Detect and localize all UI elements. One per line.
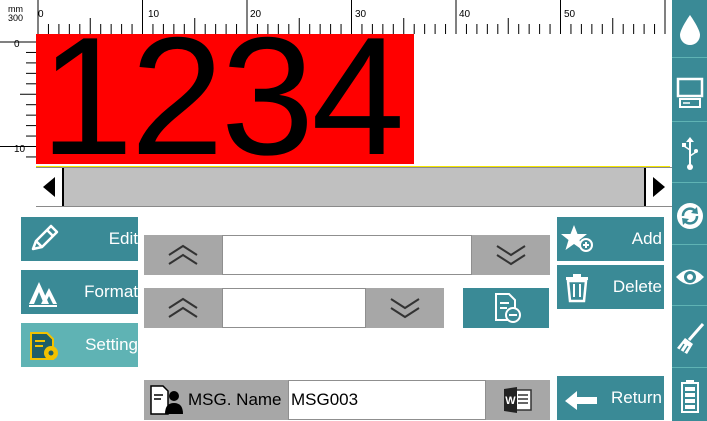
field2-down-button[interactable]	[366, 288, 444, 328]
delete-label: Delete	[612, 277, 662, 296]
ruler-label-50: 50	[564, 9, 576, 20]
ruler-label-20: 20	[250, 9, 262, 20]
right-sidebar	[672, 0, 707, 421]
ruler-unit-label: mm 300	[8, 4, 24, 23]
print-preview[interactable]: 1234	[36, 34, 670, 168]
font-format-icon	[29, 282, 57, 307]
document-settings-icon	[30, 332, 58, 360]
delete-button[interactable]: Delete	[557, 265, 664, 309]
scroll-right-button[interactable]	[644, 168, 672, 206]
field1-input[interactable]	[222, 235, 472, 275]
preview-scrollbar[interactable]	[36, 167, 672, 207]
double-chevron-up-icon	[168, 244, 198, 265]
battery-icon	[680, 380, 699, 413]
user-document-icon	[150, 385, 183, 415]
star-add-icon	[561, 225, 593, 252]
field1-up-button[interactable]	[144, 235, 222, 275]
ruler-left-label-10: 10	[14, 144, 26, 155]
ruler-label-30: 30	[355, 9, 367, 20]
setting-label: Setting	[85, 335, 138, 354]
sidebar-usb-button[interactable]	[672, 125, 707, 183]
ink-drop-icon	[679, 14, 700, 45]
sidebar-ink-button[interactable]	[672, 0, 707, 58]
print-text: 1234	[40, 34, 405, 164]
sidebar-battery-button[interactable]	[672, 371, 707, 421]
sidebar-refresh-button[interactable]	[672, 187, 707, 245]
computer-icon	[676, 77, 703, 108]
word-export-button[interactable]: W	[486, 380, 550, 420]
format-label: Format	[84, 282, 138, 301]
sidebar-computer-button[interactable]	[672, 64, 707, 122]
return-arrow-icon	[565, 391, 597, 410]
edit-label: Edit	[108, 229, 138, 248]
field1-down-button[interactable]	[472, 235, 550, 275]
word-document-icon: W	[504, 387, 532, 413]
sidebar-clean-button[interactable]	[672, 310, 707, 368]
document-remove-icon	[495, 293, 521, 323]
return-label: Return	[610, 388, 662, 407]
refresh-icon	[676, 202, 703, 229]
pencil-icon	[31, 224, 59, 251]
ruler-label-0: 0	[38, 9, 44, 20]
msg-name-label-area: MSG. Name	[144, 380, 290, 420]
edit-button[interactable]: Edit	[21, 217, 138, 261]
double-chevron-down-icon	[390, 298, 420, 319]
ruler-label-40: 40	[459, 9, 471, 20]
add-button[interactable]: Add	[557, 217, 664, 261]
ruler-left-label-0: 0	[14, 39, 20, 50]
sidebar-view-button[interactable]	[672, 248, 707, 306]
double-chevron-up-icon	[168, 297, 198, 318]
ruler-label-10: 10	[148, 9, 160, 20]
trash-icon	[566, 274, 588, 303]
msg-name-label: MSG. Name	[188, 390, 282, 409]
triangle-right-icon	[653, 177, 665, 197]
svg-text:W: W	[505, 395, 516, 407]
usb-icon	[681, 136, 698, 170]
eye-icon	[675, 269, 704, 284]
field2-input[interactable]	[222, 288, 366, 328]
field2-up-button[interactable]	[144, 288, 222, 328]
add-label: Add	[631, 229, 662, 248]
setting-button[interactable]: Setting	[21, 323, 138, 367]
format-button[interactable]: Format	[21, 270, 138, 314]
triangle-left-icon	[43, 177, 55, 197]
clean-brush-icon	[676, 322, 704, 354]
return-button[interactable]: Return	[557, 376, 664, 420]
scroll-left-button[interactable]	[36, 168, 64, 206]
double-chevron-down-icon	[496, 245, 526, 266]
msg-name-input[interactable]: MSG003	[288, 380, 486, 420]
printer-message-editor: { "ruler": { "unit": "mm", "height_value…	[0, 0, 707, 421]
print-text-block[interactable]: 1234	[36, 34, 414, 164]
remove-document-button[interactable]	[463, 288, 549, 328]
